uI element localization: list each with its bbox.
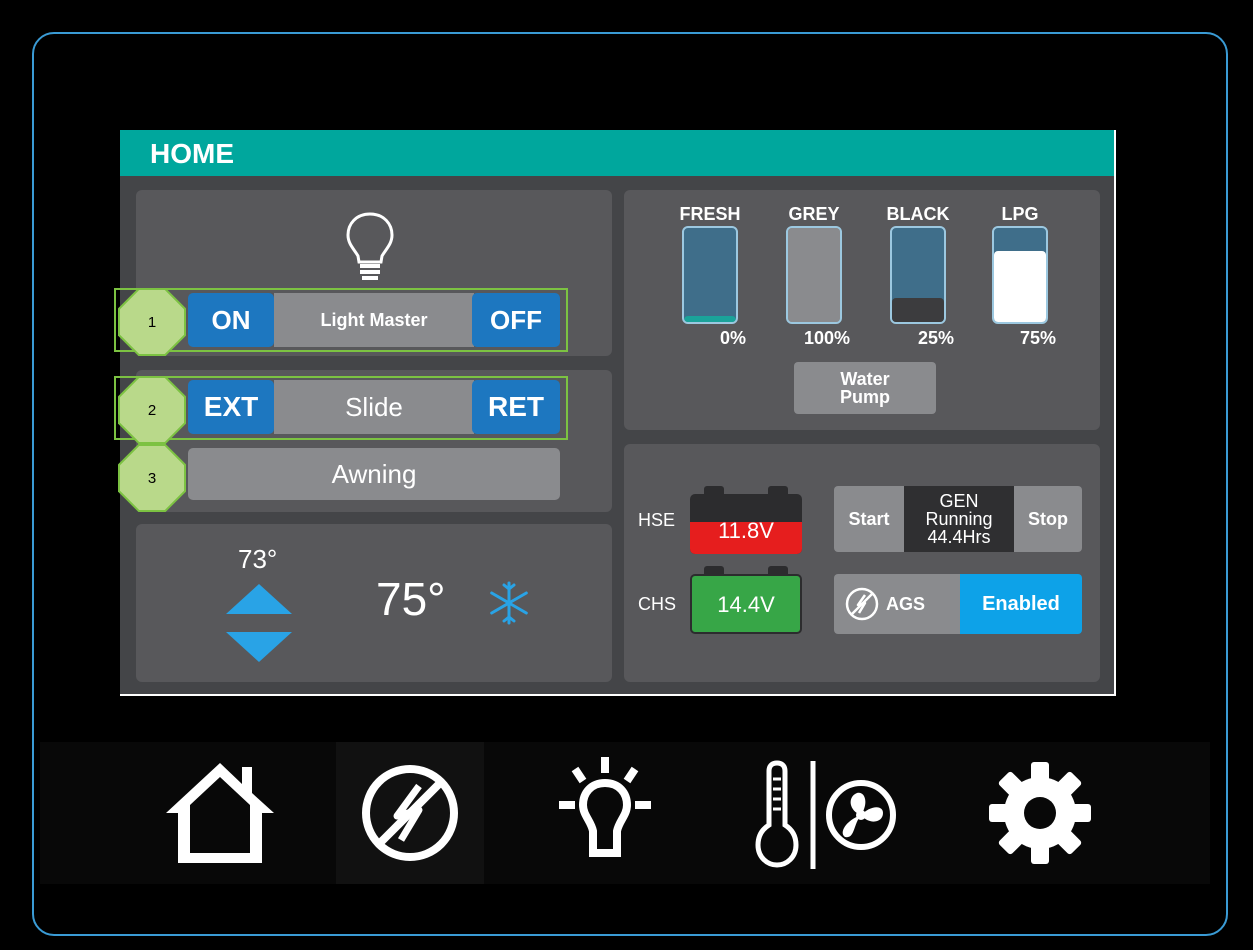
tank-label-lpg: LPG [1001,204,1039,224]
house-battery-gauge: 11.8V [690,486,802,554]
tank-gauge-grey [786,226,842,324]
annotation-badge-2: 2 [120,378,184,442]
tank-gauge-lpg [992,226,1048,324]
generator-status-state: Running [925,509,993,529]
temp-up-button[interactable] [224,582,294,616]
chassis-battery-label: CHS [638,594,677,614]
chassis-battery-gauge: 14.4V [690,566,802,634]
ags-control: AGS Enabled [834,574,1082,634]
water-pump-label-line2: Pump [839,387,890,407]
nav-lighting-button[interactable] [530,742,680,884]
battery-body: 11.8V [690,494,802,554]
annotation-badge-3: 3 [120,446,184,510]
temp-down-button[interactable] [224,630,294,664]
nav-power-button[interactable] [336,742,484,884]
annotation-number: 2 [147,401,157,419]
power-icon [362,765,458,861]
ags-label-box: AGS [834,574,960,634]
generator-status-title: GEN [939,491,979,511]
water-pump-button[interactable]: Water Pump [794,362,936,414]
generator-control: Start GEN Running 44.4Hrs Stop [834,486,1082,552]
house-battery-label: HSE [638,510,676,530]
tank-fill [684,316,736,322]
thermometer-fan-icon [755,760,896,869]
tank-fill [994,251,1046,322]
power-icon [845,587,879,621]
gear-icon [989,762,1091,864]
tank-percent-black: 25% [917,328,954,348]
lightbulb-icon [346,212,394,280]
setpoint-temperature: 73° [238,544,278,574]
snowflake-icon [490,581,528,625]
battery-body: 14.4V [690,574,802,634]
ags-enabled-toggle[interactable]: Enabled [960,574,1082,634]
tank-percent-grey: 100% [803,328,850,348]
tank-percent-fresh: 0% [719,328,746,348]
tank-percent-lpg: 75% [1019,328,1056,348]
page-title: HOME [150,138,234,169]
house-battery-voltage: 11.8V [718,518,774,543]
tank-label-fresh: FRESH [679,204,741,224]
ags-label: AGS [886,594,926,614]
generator-status: GEN Running 44.4Hrs [904,486,1014,552]
annotation-number: 1 [147,313,157,331]
generator-stop-button[interactable]: Stop [1014,486,1082,552]
tank-gauge-black [890,226,946,324]
power-panel [624,444,1100,682]
tank-label-black: BLACK [886,204,950,224]
title-bar: HOME [120,130,1114,176]
generator-start-button[interactable]: Start [834,486,904,552]
awning-button[interactable]: Awning [188,448,560,500]
home-icon [166,763,274,863]
tank-label-grey: GREY [788,204,840,224]
nav-home-button[interactable] [150,742,290,884]
tank-gauge-fresh [682,226,738,324]
generator-hours: 44.4Hrs [927,527,991,547]
current-temperature: 75° [376,573,446,625]
nav-settings-button[interactable] [970,742,1110,884]
annotation-badge-1: 1 [120,290,184,354]
water-pump-label-line1: Water [840,369,890,389]
chassis-battery-voltage: 14.4V [717,592,775,617]
nav-climate-button[interactable] [738,742,918,884]
climate-panel [136,524,612,682]
tank-fill [892,298,944,322]
tank-fill [788,228,840,322]
light-icon [559,757,651,857]
annotation-number: 3 [147,469,157,487]
